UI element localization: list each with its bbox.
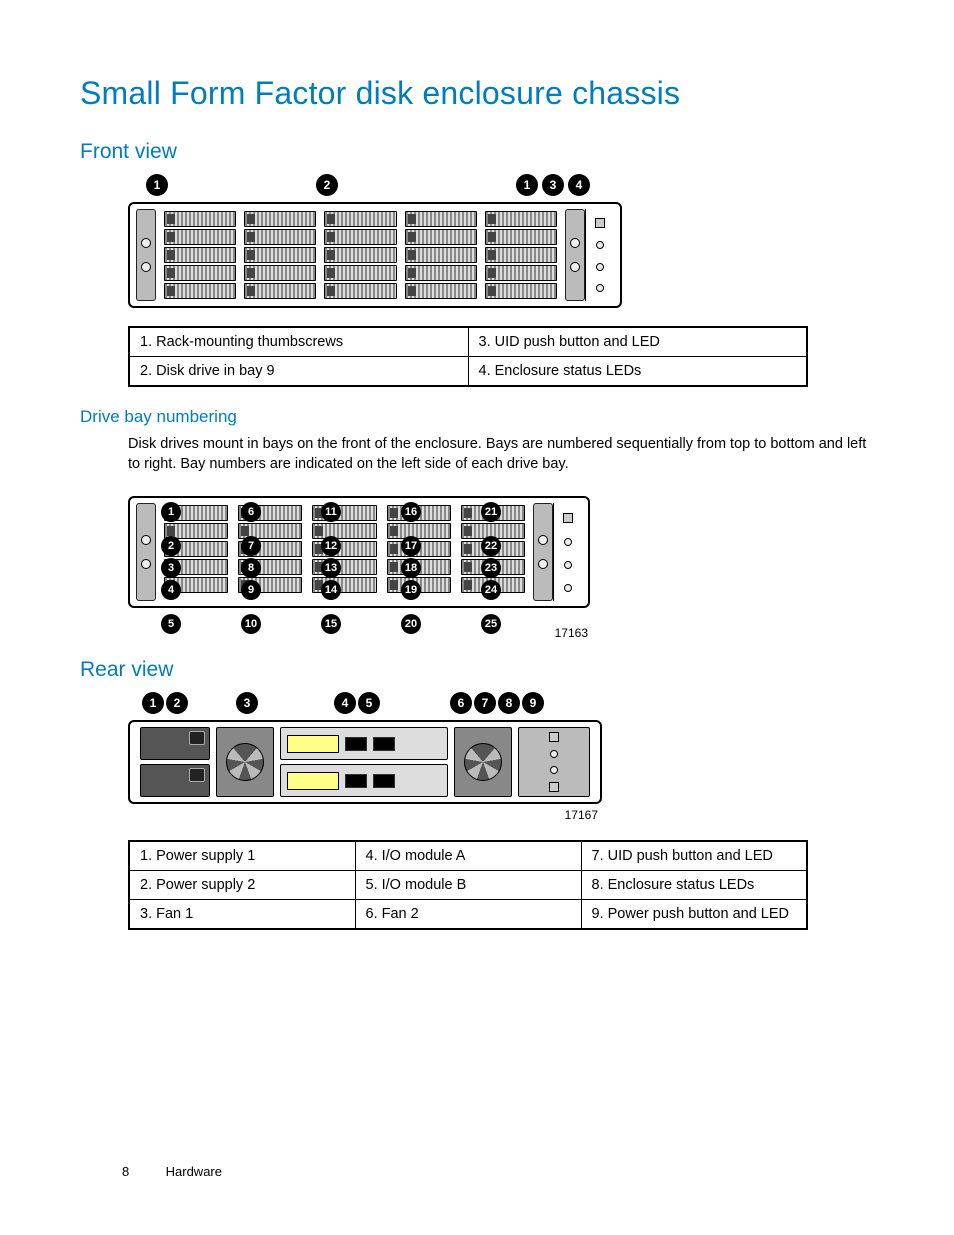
heading-front-view: Front view bbox=[80, 140, 874, 164]
callout-rear-3: 3 bbox=[236, 692, 258, 714]
bay-label: 2 bbox=[161, 536, 181, 556]
figure-rear-view: 1 2 3 4 5 6 7 8 9 bbox=[80, 692, 874, 822]
bay-label: 23 bbox=[481, 558, 501, 578]
figure-id-rear: 17167 bbox=[128, 808, 628, 822]
io-module-b bbox=[280, 764, 448, 797]
key-front-r1c1: 4. Enclosure status LEDs bbox=[468, 357, 807, 387]
bay-label: 12 bbox=[321, 536, 341, 556]
rack-ear-right bbox=[565, 209, 585, 301]
enclosure-drive-bay bbox=[128, 496, 590, 608]
bay-label: 18 bbox=[401, 558, 421, 578]
key-rear-r1c2: 8. Enclosure status LEDs bbox=[581, 871, 807, 900]
callout-rear-1: 1 bbox=[142, 692, 164, 714]
callout-rear-5: 5 bbox=[358, 692, 380, 714]
bay-label: 3 bbox=[161, 558, 181, 578]
page-title: Small Form Factor disk enclosure chassis bbox=[80, 75, 874, 112]
front-side-panel bbox=[585, 209, 614, 301]
key-rear-r0c1: 4. I/O module A bbox=[355, 841, 581, 871]
bay-label: 19 bbox=[401, 580, 421, 600]
key-rear-r2c0: 3. Fan 1 bbox=[129, 900, 355, 930]
bay-label: 4 bbox=[161, 580, 181, 600]
bay-label: 1 bbox=[161, 502, 181, 522]
heading-rear-view: Rear view bbox=[80, 658, 874, 682]
enclosure-front bbox=[128, 202, 622, 308]
rack-ear-right-2 bbox=[533, 503, 553, 601]
figure-id-drive-bay: 17163 bbox=[128, 626, 618, 640]
key-rear-r2c1: 6. Fan 2 bbox=[355, 900, 581, 930]
callout-rear-9: 9 bbox=[522, 692, 544, 714]
callout-rear-2: 2 bbox=[166, 692, 188, 714]
callout-front-1: 1 bbox=[146, 174, 168, 196]
callout-front-2: 2 bbox=[316, 174, 338, 196]
callout-rear-7: 7 bbox=[474, 692, 496, 714]
callout-rear-6: 6 bbox=[450, 692, 472, 714]
bay-label: 24 bbox=[481, 580, 501, 600]
bay-label: 5 bbox=[161, 614, 181, 634]
fan-1 bbox=[216, 727, 274, 797]
bay-label: 14 bbox=[321, 580, 341, 600]
paragraph-drive-bay: Disk drives mount in bays on the front o… bbox=[80, 435, 874, 474]
rear-control-panel bbox=[518, 727, 590, 797]
key-rear-r2c2: 9. Power push button and LED bbox=[581, 900, 807, 930]
key-table-front: 1. Rack-mounting thumbscrews 3. UID push… bbox=[128, 326, 808, 387]
key-front-r1c0: 2. Disk drive in bay 9 bbox=[129, 357, 468, 387]
rack-ear-left-2 bbox=[136, 503, 156, 601]
bay-label: 21 bbox=[481, 502, 501, 522]
bay-label: 22 bbox=[481, 536, 501, 556]
psu-2 bbox=[140, 764, 210, 797]
bay-label: 13 bbox=[321, 558, 341, 578]
callout-front-4: 4 bbox=[568, 174, 590, 196]
figure-drive-bay: 1 2 3 4 5 6 7 8 9 10 11 12 13 14 15 16 1… bbox=[80, 496, 874, 640]
key-front-r0c0: 1. Rack-mounting thumbscrews bbox=[129, 327, 468, 357]
bay-label: 15 bbox=[321, 614, 341, 634]
key-rear-r1c0: 2. Power supply 2 bbox=[129, 871, 355, 900]
callout-front-1b: 1 bbox=[516, 174, 538, 196]
bay-label: 20 bbox=[401, 614, 421, 634]
key-rear-r0c2: 7. UID push button and LED bbox=[581, 841, 807, 871]
bay-label: 6 bbox=[241, 502, 261, 522]
key-front-r0c1: 3. UID push button and LED bbox=[468, 327, 807, 357]
heading-drive-bay-numbering: Drive bay numbering bbox=[80, 407, 874, 427]
io-module-a bbox=[280, 727, 448, 760]
key-rear-r0c0: 1. Power supply 1 bbox=[129, 841, 355, 871]
footer-section: Hardware bbox=[166, 1164, 222, 1179]
fan-2 bbox=[454, 727, 512, 797]
bay-label: 9 bbox=[241, 580, 261, 600]
psu-1 bbox=[140, 727, 210, 760]
front-side-panel-2 bbox=[553, 503, 582, 601]
bay-label: 8 bbox=[241, 558, 261, 578]
bay-label: 7 bbox=[241, 536, 261, 556]
bay-label: 17 bbox=[401, 536, 421, 556]
bay-label: 11 bbox=[321, 502, 341, 522]
callout-rear-4: 4 bbox=[334, 692, 356, 714]
page-number: 8 bbox=[122, 1164, 162, 1179]
io-stack bbox=[280, 727, 448, 797]
page-footer: 8 Hardware bbox=[122, 1164, 222, 1179]
key-rear-r1c1: 5. I/O module B bbox=[355, 871, 581, 900]
rack-ear-left bbox=[136, 209, 156, 301]
callout-rear-8: 8 bbox=[498, 692, 520, 714]
bay-label: 16 bbox=[401, 502, 421, 522]
callout-front-3: 3 bbox=[542, 174, 564, 196]
key-table-rear: 1. Power supply 1 4. I/O module A 7. UID… bbox=[128, 840, 808, 930]
enclosure-rear bbox=[128, 720, 602, 804]
bay-label: 10 bbox=[241, 614, 261, 634]
psu-stack bbox=[140, 727, 210, 797]
bay-label: 25 bbox=[481, 614, 501, 634]
figure-front-view: 1 2 1 3 4 bbox=[80, 174, 874, 308]
